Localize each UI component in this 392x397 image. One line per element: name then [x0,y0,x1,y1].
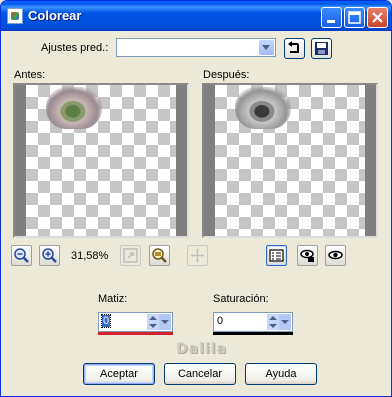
hue-color-bar [98,332,173,335]
maximize-button[interactable] [344,7,365,28]
close-icon [372,12,383,23]
close-button[interactable] [367,7,388,28]
zoom-out-button[interactable] [11,245,32,266]
navigate-icon [152,248,167,263]
watermark: Dalila [176,341,227,357]
zoom-level: 31,58% [71,250,109,262]
hue-spinbox[interactable]: 0 [98,312,173,332]
pan-button[interactable] [187,245,208,266]
reset-icon [288,41,299,53]
before-canvas [26,85,176,236]
app-icon [7,8,23,24]
minimize-icon [327,20,335,23]
title-bar[interactable]: Colorear [1,1,391,31]
navigate-button[interactable] [149,245,170,266]
auto-proof-icon [328,250,343,260]
after-label: Después: [203,69,250,81]
save-icon [315,42,328,55]
fit-window-icon [123,248,138,263]
before-preview[interactable] [13,83,189,238]
saturation-color-bar [213,332,293,335]
help-button[interactable]: Ayuda [245,363,317,385]
pan-icon [191,249,204,262]
hue-spin-controls[interactable] [147,314,171,330]
before-label: Antes: [14,69,46,81]
window-title: Colorear [28,8,82,23]
after-preview[interactable] [202,83,378,238]
lock-preview-button[interactable] [297,245,318,266]
hue-value[interactable]: 0 [100,314,112,328]
maximize-icon [348,11,361,24]
minimize-button[interactable] [321,7,342,28]
save-preset-button[interactable] [311,38,332,59]
after-canvas [215,85,365,236]
lock-preview-icon [300,249,314,262]
auto-proof-button[interactable] [325,245,346,266]
presets-dropdown[interactable] [116,38,276,57]
eye-image-color [46,87,102,129]
zoom-in-button[interactable] [39,245,60,266]
saturation-spin-controls[interactable] [267,314,291,330]
ok-button[interactable]: Aceptar [83,363,155,385]
zoom-out-icon [14,248,29,263]
chevron-down-icon[interactable] [259,40,274,55]
proof-toggle-button[interactable] [266,245,287,266]
dialog-window: Colorear Ajustes pred.: Antes: Después: [0,0,392,397]
saturation-label: Saturación: [213,293,269,305]
zoom-in-icon [42,248,57,263]
eye-image-gray [235,87,291,129]
proof-icon [269,249,284,262]
saturation-value[interactable]: 0 [217,315,223,327]
reset-button[interactable] [284,38,305,59]
cancel-button[interactable]: Cancelar [164,363,236,385]
fit-window-button[interactable] [120,245,141,266]
saturation-spinbox[interactable]: 0 [213,312,293,332]
hue-label: Matiz: [98,293,128,305]
presets-label: Ajustes pred.: [41,42,109,54]
